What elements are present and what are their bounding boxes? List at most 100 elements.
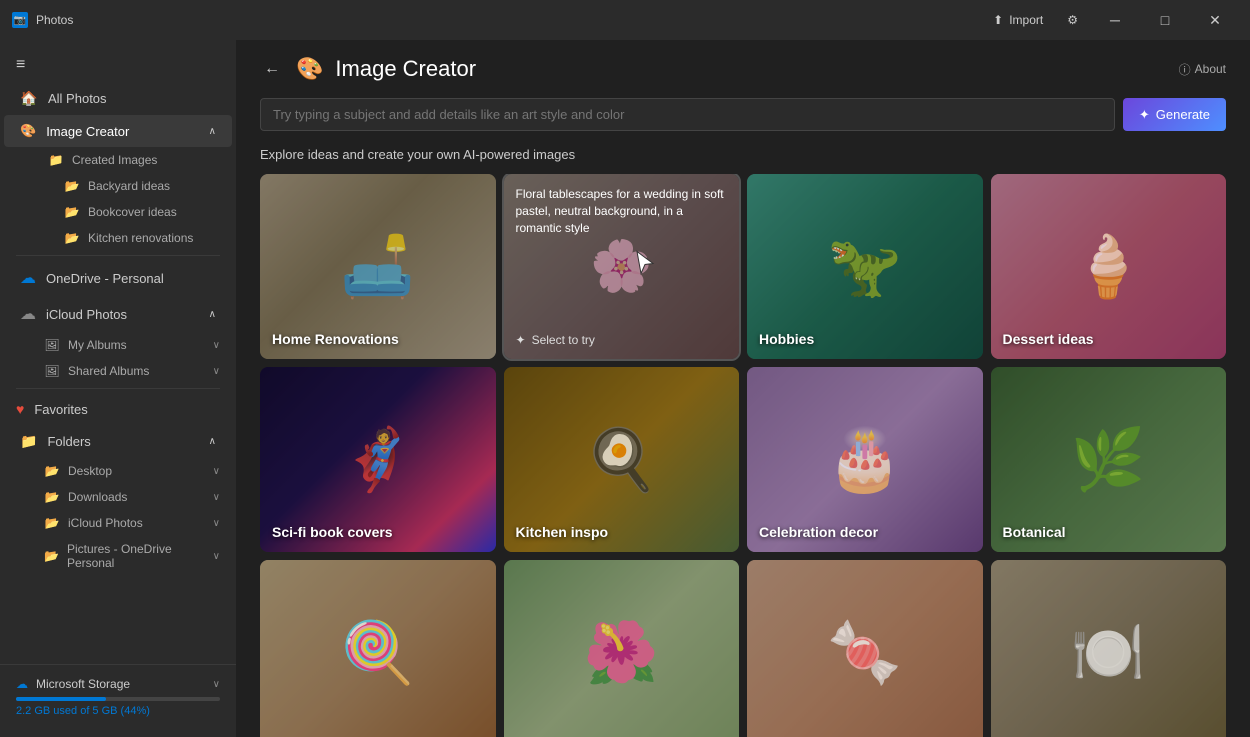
chevron-down-icon: ∨ <box>213 551 220 562</box>
storage-bar-fill <box>16 697 106 701</box>
card-image: 🍬 <box>747 560 983 737</box>
card-dessert-ideas[interactable]: 🍦 Dessert ideas <box>991 174 1227 359</box>
image-creator-icon: 🎨 <box>20 123 36 139</box>
card-plate[interactable]: 🍽️ <box>991 560 1227 737</box>
all-photos-label: All Photos <box>48 91 107 106</box>
card-scifi-book-covers[interactable]: 🦸 Sci-fi book covers <box>260 367 496 552</box>
sidebar-item-image-creator[interactable]: 🎨 Image Creator ∧ <box>4 115 232 147</box>
created-images-section: 📁 Created Images 📂 Backyard ideas 📂 Book… <box>0 147 236 251</box>
bookcover-label: Bookcover ideas <box>88 205 177 219</box>
title-bar-actions: ⬆ Import ⚙ ─ □ ✕ <box>983 0 1238 40</box>
chevron-down-icon: ∨ <box>213 492 220 503</box>
card-label: Home Renovations <box>272 331 399 347</box>
card-botanical[interactable]: 🌿 Botanical <box>991 367 1227 552</box>
card-home-renovations[interactable]: 🛋️ Home Renovations <box>260 174 496 359</box>
chevron-up-icon: ∧ <box>209 309 216 320</box>
sidebar-item-desktop[interactable]: 📂 Desktop ∨ <box>32 458 232 484</box>
onedrive-icon: ☁ <box>20 268 36 288</box>
backyard-label: Backyard ideas <box>88 179 170 193</box>
folders-label: Folders <box>47 434 90 449</box>
search-input[interactable] <box>260 98 1115 131</box>
close-icon: ✕ <box>1209 12 1221 29</box>
import-label: Import <box>1009 13 1043 27</box>
chevron-down-icon: ∨ <box>213 366 220 377</box>
chevron-down-icon: ∨ <box>213 679 220 690</box>
sidebar-item-bookcover[interactable]: 📂 Bookcover ideas <box>52 199 232 225</box>
card-image: 🌺 <box>504 560 740 737</box>
photos-icon: 🏠 <box>20 90 38 107</box>
storage-label: ☁ Microsoft Storage ∨ <box>16 677 220 691</box>
sidebar-item-all-photos[interactable]: 🏠 All Photos <box>4 82 232 115</box>
minimize-button[interactable]: ─ <box>1092 0 1138 40</box>
my-albums-label: My Albums <box>68 338 127 352</box>
about-link[interactable]: ⓘ About <box>1179 61 1226 78</box>
sidebar-item-onedrive[interactable]: ☁ OneDrive - Personal <box>4 260 232 296</box>
sparkle-icon: ✦ <box>516 333 526 347</box>
settings-button[interactable]: ⚙ <box>1057 9 1088 31</box>
title-bar: 📷 Photos ⬆ Import ⚙ ─ □ ✕ <box>0 0 1250 40</box>
downloads-label: Downloads <box>68 490 127 504</box>
card-celebration-decor[interactable]: 🎂 Celebration decor <box>747 367 983 552</box>
hamburger-menu[interactable]: ≡ <box>0 48 236 82</box>
folder-icon: 📂 <box>64 205 80 219</box>
storage-text: 2.2 GB used of 5 GB (44%) <box>16 705 220 717</box>
folder-icon: 📂 <box>44 464 60 478</box>
card-label: Celebration decor <box>759 524 878 540</box>
sidebar-item-favorites[interactable]: ♥ Favorites <box>0 393 236 425</box>
folders-icon: 📁 <box>20 433 37 450</box>
card-kitchen-inspo[interactable]: 🍳 Kitchen inspo <box>504 367 740 552</box>
close-button[interactable]: ✕ <box>1192 0 1238 40</box>
card-macarons[interactable]: 🍬 <box>747 560 983 737</box>
heart-icon: ♥ <box>16 401 24 417</box>
icloud-label: iCloud Photos <box>46 307 127 322</box>
sidebar-item-backyard[interactable]: 📂 Backyard ideas <box>52 173 232 199</box>
sidebar-item-icloud-photos[interactable]: 📂 iCloud Photos ∨ <box>32 510 232 536</box>
desktop-label: Desktop <box>68 464 112 478</box>
generate-button[interactable]: ✦ Generate <box>1123 98 1226 131</box>
sidebar-item-shared-albums[interactable]: 🖼 Shared Albums ∨ <box>32 358 232 384</box>
select-label: Select to try <box>532 333 595 347</box>
page-icon: 🎨 <box>296 56 323 82</box>
back-button[interactable]: ← <box>260 56 284 82</box>
created-images-icon: 📁 <box>48 153 64 167</box>
icloud-children: 🖼 My Albums ∨ 🖼 Shared Albums ∨ <box>0 332 236 384</box>
shared-albums-label: Shared Albums <box>68 364 149 378</box>
folder-icon: 📂 <box>44 516 60 530</box>
kitchen-renovations-label: Kitchen renovations <box>88 231 193 245</box>
card-floral-tablescapes[interactable]: 🌸 Floral tablescapes for a wedding in so… <box>504 174 740 359</box>
sidebar-item-downloads[interactable]: 📂 Downloads ∨ <box>32 484 232 510</box>
maximize-button[interactable]: □ <box>1142 0 1188 40</box>
folder-icon: 📂 <box>64 231 80 245</box>
main-content: ← 🎨 Image Creator ⓘ About ✦ Generate Exp… <box>236 40 1250 737</box>
sidebar-item-icloud[interactable]: ☁ iCloud Photos ∧ <box>4 296 232 332</box>
app-name: Photos <box>36 13 73 27</box>
folder-icon: 📂 <box>44 490 60 504</box>
folder-icon: 📂 <box>64 179 80 193</box>
chevron-down-icon: ∨ <box>213 466 220 477</box>
created-images-label: Created Images <box>72 153 157 167</box>
app-container: ≡ 🏠 All Photos 🎨 Image Creator ∧ 📁 Creat… <box>0 40 1250 737</box>
sidebar-section-folders[interactable]: 📁 Folders ∧ <box>4 425 232 458</box>
card-swirl[interactable]: 🍭 <box>260 560 496 737</box>
divider-1 <box>16 255 220 256</box>
folders-children: 📂 Desktop ∨ 📂 Downloads ∨ 📂 iCloud Photo… <box>0 458 236 576</box>
favorites-label: Favorites <box>34 402 87 417</box>
sidebar-item-my-albums[interactable]: 🖼 My Albums ∨ <box>32 332 232 358</box>
divider-2 <box>16 388 220 389</box>
icloud-photos-label: iCloud Photos <box>68 516 143 530</box>
sparkle-icon: ✦ <box>1139 107 1150 123</box>
storage-section: ☁ Microsoft Storage ∨ 2.2 GB used of 5 G… <box>0 664 236 729</box>
import-button[interactable]: ⬆ Import <box>983 9 1053 31</box>
card-hobbies[interactable]: 🦖 Hobbies <box>747 174 983 359</box>
card-label: Botanical <box>1003 524 1066 540</box>
sidebar-item-kitchen-renovations[interactable]: 📂 Kitchen renovations <box>52 225 232 251</box>
card-floral-bottom[interactable]: 🌺 <box>504 560 740 737</box>
search-bar-row: ✦ Generate <box>236 90 1250 143</box>
onedrive-label: OneDrive - Personal <box>46 271 164 286</box>
sidebar-item-pictures-onedrive[interactable]: 📂 Pictures - OneDrive Personal ∨ <box>32 536 232 576</box>
select-to-try: ✦ Select to try <box>516 333 595 347</box>
folder-icon: 📂 <box>44 549 59 563</box>
explore-label: Explore ideas and create your own AI-pow… <box>236 143 1250 174</box>
info-icon: ⓘ <box>1179 61 1191 78</box>
sidebar-item-created-images[interactable]: 📁 Created Images <box>36 147 232 173</box>
